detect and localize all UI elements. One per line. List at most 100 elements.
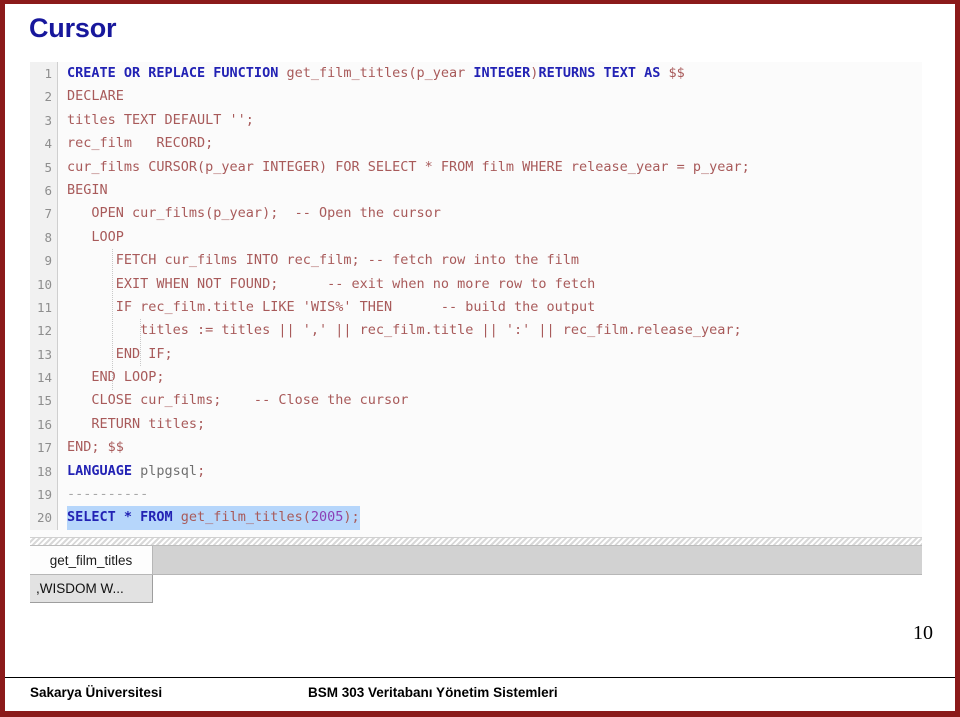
results-header-row: get_film_titles bbox=[30, 546, 922, 575]
line-number: 8 bbox=[30, 225, 58, 250]
code-token: EXIT WHEN NOT FOUND; -- exit when no mor… bbox=[67, 275, 596, 292]
line-number: 20 bbox=[30, 506, 58, 530]
code-token: get_film_titles( bbox=[180, 509, 311, 526]
code-line[interactable]: 12 titles := titles || ',' || rec_film.t… bbox=[30, 319, 922, 343]
table-row[interactable]: ,WISDOM W... bbox=[30, 575, 922, 604]
footer-institution: Sakarya Üniversitesi bbox=[30, 685, 163, 700]
code-token: IF rec_film.title LIKE 'WIS%' THEN -- bu… bbox=[67, 298, 596, 315]
code-line[interactable]: 16 RETURN titles; bbox=[30, 412, 922, 437]
line-number: 18 bbox=[30, 459, 58, 484]
code-token: SELECT * FROM bbox=[67, 509, 181, 526]
code-token: RETURN titles; bbox=[67, 415, 206, 432]
line-number: 3 bbox=[30, 108, 58, 133]
results-cell[interactable]: ,WISDOM W... bbox=[30, 575, 153, 603]
code-line[interactable]: 7 OPEN cur_films(p_year); -- Open the cu… bbox=[30, 202, 922, 226]
line-number: 9 bbox=[30, 249, 58, 273]
line-number: 10 bbox=[30, 272, 58, 296]
code-line-text: titles TEXT DEFAULT ''; bbox=[58, 109, 922, 132]
slide: Cursor 1 CREATE OR REPLACE FUNCTION get_f… bbox=[0, 0, 960, 717]
code-line[interactable]: 19 ---------- bbox=[30, 483, 922, 507]
code-line-text: EXIT WHEN NOT FOUND; -- exit when no mor… bbox=[58, 273, 922, 296]
code-token: get_film_titles(p_year bbox=[286, 65, 474, 81]
line-number: 19 bbox=[30, 483, 58, 507]
code-token: cur_films CURSOR(p_year INTEGER) FOR SEL… bbox=[67, 158, 750, 175]
page-title: Cursor bbox=[29, 13, 117, 43]
code-line[interactable]: 18 LANGUAGE plpgsql; bbox=[30, 459, 922, 484]
line-number: 5 bbox=[30, 155, 58, 179]
code-line[interactable]: 8 LOOP bbox=[30, 225, 922, 250]
code-token: END; $$ bbox=[67, 439, 124, 456]
indent-guide bbox=[140, 319, 142, 367]
line-number: 13 bbox=[30, 342, 58, 367]
footer-divider bbox=[5, 677, 955, 678]
query-results-grid[interactable]: get_film_titles ,WISDOM W... bbox=[30, 546, 922, 604]
code-token: FETCH cur_films INTO rec_film; -- fetch … bbox=[67, 252, 580, 269]
code-line-text: OPEN cur_films(p_year); -- Open the curs… bbox=[58, 202, 922, 225]
page-number: 10 bbox=[913, 622, 933, 644]
code-token: -- Open the cursor bbox=[294, 205, 441, 222]
code-line-text: END IF; bbox=[58, 343, 922, 366]
code-line[interactable]: 4 rec_film RECORD; bbox=[30, 132, 922, 156]
code-token: END IF; bbox=[67, 345, 173, 362]
line-number: 1 bbox=[30, 62, 58, 86]
code-line[interactable]: 17 END; $$ bbox=[30, 436, 922, 460]
code-line[interactable]: 14 END LOOP; bbox=[30, 366, 922, 390]
code-line[interactable]: 2 DECLARE bbox=[30, 85, 922, 109]
code-token: END LOOP; bbox=[67, 369, 165, 386]
code-line[interactable]: 13 END IF; bbox=[30, 342, 922, 367]
code-line-text: FETCH cur_films INTO rec_film; -- fetch … bbox=[58, 249, 922, 272]
slide-content: Cursor 1 CREATE OR REPLACE FUNCTION get_f… bbox=[5, 4, 955, 711]
line-number: 14 bbox=[30, 366, 58, 390]
code-line-text: IF rec_film.title LIKE 'WIS%' THEN -- bu… bbox=[58, 296, 922, 319]
footer-course: BSM 303 Veritabanı Yönetim Sistemleri bbox=[308, 685, 558, 700]
code-line-text: ---------- bbox=[58, 483, 922, 506]
code-token: 2005 bbox=[310, 509, 344, 526]
code-token: ---------- bbox=[67, 486, 149, 503]
code-token: LANGUAGE bbox=[67, 462, 141, 479]
code-line[interactable]: 1 CREATE OR REPLACE FUNCTION get_film_tit… bbox=[30, 62, 922, 86]
code-line[interactable]: 9 FETCH cur_films INTO rec_film; -- fetc… bbox=[30, 249, 922, 273]
code-token: DECLARE bbox=[67, 88, 124, 105]
line-number: 4 bbox=[30, 132, 58, 156]
code-line-text: cur_films CURSOR(p_year INTEGER) FOR SEL… bbox=[58, 156, 922, 179]
code-line-text: CREATE OR REPLACE FUNCTION get_film_titl… bbox=[58, 62, 922, 85]
line-number: 12 bbox=[30, 319, 58, 343]
code-token: rec_film RECORD; bbox=[67, 135, 214, 152]
code-token: RETURNS TEXT AS bbox=[538, 65, 669, 81]
code-line[interactable]: 11 IF rec_film.title LIKE 'WIS%' THEN --… bbox=[30, 295, 922, 320]
code-line-text: LOOP bbox=[58, 226, 922, 249]
code-line-text: RETURN titles; bbox=[58, 413, 922, 436]
code-line-text: LANGUAGE plpgsql; bbox=[58, 460, 922, 483]
sql-code-editor[interactable]: 1 CREATE OR REPLACE FUNCTION get_film_tit… bbox=[30, 62, 922, 537]
code-line-text: SELECT * FROM get_film_titles(2005); bbox=[58, 506, 922, 530]
code-token: INTEGER bbox=[473, 65, 531, 81]
code-line-text: BEGIN bbox=[58, 179, 922, 202]
line-number: 2 bbox=[30, 85, 58, 109]
code-token: plpgsql bbox=[140, 462, 198, 479]
line-number: 16 bbox=[30, 412, 58, 437]
code-line-text: rec_film RECORD; bbox=[58, 132, 922, 155]
code-line[interactable]: 20 SELECT * FROM get_film_titles(2005); bbox=[30, 506, 922, 530]
code-line-text: DECLARE bbox=[58, 85, 922, 108]
code-line[interactable]: 5 cur_films CURSOR(p_year INTEGER) FOR SE… bbox=[30, 155, 922, 179]
code-line-text: titles := titles || ',' || rec_film.titl… bbox=[58, 319, 922, 342]
code-token: LOOP bbox=[67, 228, 124, 245]
code-line[interactable]: 15 CLOSE cur_films; -- Close the cursor bbox=[30, 389, 922, 413]
code-token: $$ bbox=[668, 65, 685, 81]
line-number: 17 bbox=[30, 436, 58, 460]
code-line-text: END LOOP; bbox=[58, 366, 922, 389]
code-token: ); bbox=[343, 509, 360, 526]
line-number: 6 bbox=[30, 178, 58, 203]
code-lines-container[interactable]: 1 CREATE OR REPLACE FUNCTION get_film_tit… bbox=[30, 62, 922, 537]
code-token: CLOSE cur_films; -- Close the cursor bbox=[67, 392, 409, 409]
code-token: BEGIN bbox=[67, 181, 108, 198]
code-line[interactable]: 3 titles TEXT DEFAULT ''; bbox=[30, 108, 922, 133]
code-line[interactable]: 10 EXIT WHEN NOT FOUND; -- exit when no … bbox=[30, 272, 922, 296]
code-line-text: END; $$ bbox=[58, 436, 922, 459]
results-column-header[interactable]: get_film_titles bbox=[30, 546, 153, 575]
code-token: titles TEXT DEFAULT ''; bbox=[67, 111, 254, 128]
line-number: 7 bbox=[30, 202, 58, 226]
editor-results-splitter[interactable] bbox=[30, 537, 922, 546]
code-line[interactable]: 6 BEGIN bbox=[30, 178, 922, 203]
code-token: titles := titles || ',' || rec_film.titl… bbox=[67, 322, 742, 339]
